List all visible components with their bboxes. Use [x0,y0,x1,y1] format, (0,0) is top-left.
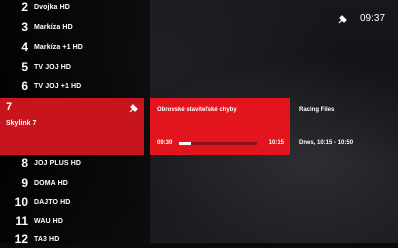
satellite-icon [338,15,347,24]
channel-number: 12 [14,232,28,246]
clock: 09:37 [360,13,386,24]
channel-name: TV JOJ +1 HD [34,82,82,90]
channel-number: 5 [21,60,28,74]
channel-number: 11 [15,214,28,228]
program-start-time: 09:30 [157,140,173,146]
channel-item[interactable]: 12 TA3 HD [0,230,144,248]
channel-number: 8 [21,156,28,170]
channel-item[interactable]: 10 DAJTO HD [0,193,144,211]
channel-name: JOJ PLUS HD [34,159,81,167]
channel-name: DOMA HD [34,179,68,187]
satellite-icon [129,104,138,113]
channel-number: 10 [14,195,28,209]
program-progress-bar [179,142,257,145]
channel-number: 2 [21,0,28,14]
channel-name: TA3 HD [34,235,60,243]
channel-item[interactable]: 9 DOMA HD [0,174,144,192]
channel-item[interactable]: 11 WAU HD [0,212,144,230]
selected-channel[interactable]: 7 Skylink 7 [0,98,144,155]
channel-name: Markíza +1 HD [34,43,83,51]
channel-number: 9 [21,176,28,190]
selected-channel-number: 7 [6,101,13,113]
channel-name: DAJTO HD [34,198,71,206]
channel-item[interactable]: 5 TV JOJ HD [0,58,144,76]
next-program-card[interactable]: Racing Files Dnes, 10:15 - 10:50 [293,98,393,155]
channel-item[interactable]: 8 JOJ PLUS HD [0,154,144,172]
channel-number: 3 [21,20,28,34]
channel-number: 6 [21,79,28,93]
channel-number: 4 [21,40,28,54]
channel-item[interactable]: 6 TV JOJ +1 HD [0,77,144,95]
channel-name: TV JOJ HD [34,63,72,71]
next-program-title: Racing Files [299,107,335,113]
current-program-card[interactable]: Obrovské staviteľské chyby 09:30 10:15 [150,98,290,155]
channel-item[interactable]: 4 Markíza +1 HD [0,38,144,56]
tv-screen: 2 Dvojka HD 3 Markíza HD 4 Markíza +1 HD… [0,0,398,246]
channel-name: Dvojka HD [34,3,70,11]
channel-name: Markíza HD [34,23,73,31]
selected-channel-name: Skylink 7 [6,120,37,127]
channel-list: 2 Dvojka HD 3 Markíza HD 4 Markíza +1 HD… [0,0,144,246]
current-program-title: Obrovské staviteľské chyby [157,107,237,113]
channel-name: WAU HD [34,217,63,225]
channel-item[interactable]: 2 Dvojka HD [0,0,144,16]
channel-item[interactable]: 3 Markíza HD [0,18,144,36]
next-program-time: Dnes, 10:15 - 10:50 [299,140,354,146]
program-end-time: 10:15 [268,140,284,146]
program-progress-fill [179,142,192,145]
